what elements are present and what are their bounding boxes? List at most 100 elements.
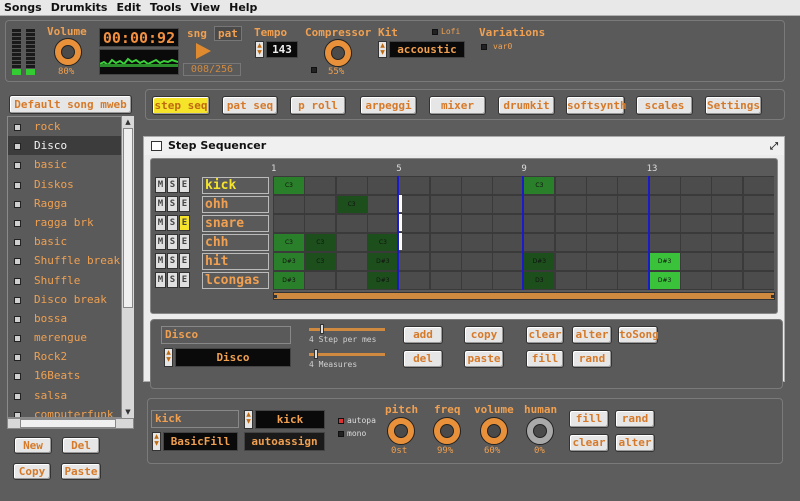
track-name[interactable]: snare [202, 215, 269, 232]
step-cell[interactable] [274, 196, 304, 213]
menu-edit[interactable]: Edit [112, 0, 145, 15]
step-cell[interactable] [587, 177, 617, 194]
step-cell[interactable] [430, 272, 461, 289]
kit-selector[interactable]: accoustic [389, 41, 465, 58]
compressor-knob[interactable] [324, 39, 352, 67]
default-song-button[interactable]: Default song mweb [9, 95, 132, 114]
step-cell-active[interactable]: C3 [524, 177, 555, 194]
pattern-copy-button[interactable]: copy [464, 326, 504, 344]
edit-button[interactable]: E [179, 177, 190, 193]
song-list-item[interactable]: Ragga [8, 194, 133, 213]
step-cell[interactable] [618, 253, 649, 270]
human-knob[interactable] [526, 417, 554, 445]
solo-button[interactable]: S [167, 177, 178, 193]
step-cell[interactable] [587, 272, 617, 289]
step-cell[interactable] [555, 177, 586, 194]
step-cell[interactable] [649, 196, 680, 213]
edit-button[interactable]: E [179, 272, 190, 288]
new-song-button[interactable]: New [14, 437, 52, 454]
step-cell[interactable] [336, 177, 367, 194]
mute-button[interactable]: M [155, 215, 166, 231]
pattern-alter-button[interactable]: alter [572, 326, 612, 344]
track-name[interactable]: lcongas [202, 272, 269, 289]
step-cell[interactable] [461, 234, 492, 251]
step-cell[interactable] [461, 253, 492, 270]
solo-button[interactable]: S [167, 234, 178, 250]
step-cell[interactable] [399, 234, 430, 251]
step-cell[interactable] [336, 272, 367, 289]
maximize-icon[interactable]: ⤢ [770, 138, 778, 156]
step-cell[interactable] [524, 215, 555, 232]
tab-pat-seq[interactable]: pat seq [222, 96, 278, 115]
step-cell[interactable] [680, 215, 711, 232]
instrument-spinner[interactable]: ▲ ▼ [244, 410, 253, 429]
step-cell[interactable] [712, 234, 743, 251]
step-cell[interactable] [461, 196, 492, 213]
menu-drumkits[interactable]: Drumkits [47, 0, 113, 15]
step-cell[interactable] [493, 196, 524, 213]
tab-arpeggi[interactable]: arpeggi [360, 96, 417, 115]
step-cell[interactable] [461, 177, 492, 194]
instrument-clear-button[interactable]: clear [569, 434, 609, 452]
step-cell[interactable] [305, 177, 336, 194]
edit-button[interactable]: E [179, 253, 190, 269]
song-list-item[interactable]: salsa [8, 386, 133, 405]
sequencer-hscroll[interactable] [273, 292, 775, 300]
step-cell[interactable] [587, 215, 617, 232]
autoassign-button[interactable]: autoassign [244, 432, 325, 451]
pattern-paste-button[interactable]: paste [464, 350, 504, 368]
pattern-spinner[interactable]: ▲ ▼ [164, 348, 173, 367]
step-cell-active[interactable]: C3 [367, 234, 398, 251]
step-cell[interactable] [587, 234, 617, 251]
song-list-item[interactable]: bossa [8, 309, 133, 328]
track-name[interactable]: chh [202, 234, 269, 251]
step-cell[interactable] [430, 234, 461, 251]
pattern-clear-button[interactable]: clear [526, 326, 564, 344]
step-cell[interactable] [430, 215, 461, 232]
step-cell[interactable] [649, 215, 680, 232]
mono-checkbox[interactable] [338, 431, 344, 437]
step-cell[interactable] [712, 272, 743, 289]
tab-mixer[interactable]: mixer [429, 96, 486, 115]
step-cell-active[interactable]: D#3 [274, 272, 304, 289]
copy-song-button[interactable]: Copy [13, 463, 51, 480]
step-cell[interactable] [680, 272, 711, 289]
song-list-item[interactable]: Rock2 [8, 347, 133, 366]
song-list-item[interactable]: Shuffle [8, 271, 133, 290]
variation-item[interactable]: var0 [493, 42, 512, 51]
fill-mode-selector[interactable]: BasicFill [163, 432, 238, 451]
step-cell[interactable] [336, 215, 367, 232]
step-cell[interactable] [524, 234, 555, 251]
play-icon[interactable] [196, 43, 211, 59]
step-cell[interactable] [461, 215, 492, 232]
step-cell-active[interactable]: C3 [305, 234, 336, 251]
sng-label[interactable]: sng [187, 27, 207, 40]
step-cell-active[interactable]: D3 [524, 272, 555, 289]
step-cell[interactable] [399, 253, 430, 270]
mute-button[interactable]: M [155, 272, 166, 288]
paste-song-button[interactable]: Paste [61, 463, 101, 480]
variation-checkbox[interactable] [481, 44, 487, 50]
step-cell[interactable] [712, 177, 743, 194]
step-cell[interactable] [336, 234, 367, 251]
step-cell[interactable] [712, 253, 743, 270]
step-cell[interactable] [493, 272, 524, 289]
step-cell[interactable] [399, 177, 430, 194]
song-list-vscroll[interactable]: ▲ ▼ [121, 116, 134, 418]
step-cell-active[interactable]: D#3 [649, 272, 680, 289]
menu-view[interactable]: View [186, 0, 225, 15]
mute-button[interactable]: M [155, 177, 166, 193]
instrument-name-display[interactable]: kick [255, 410, 325, 429]
instrument-rand-button[interactable]: rand [615, 410, 655, 428]
instrument-fill-button[interactable]: fill [569, 410, 609, 428]
step-cell[interactable] [555, 234, 586, 251]
step-cell[interactable] [305, 196, 336, 213]
freq-knob[interactable] [433, 417, 461, 445]
step-cell-active[interactable]: D#3 [649, 253, 680, 270]
solo-button[interactable]: S [167, 215, 178, 231]
pattern-name-field[interactable]: Disco [161, 326, 291, 344]
song-list-item[interactable]: 16Beats [8, 366, 133, 385]
song-list-item[interactable]: computerfunk [8, 405, 133, 417]
pattern-del-button[interactable]: del [403, 350, 443, 368]
step-cell[interactable] [399, 196, 430, 213]
